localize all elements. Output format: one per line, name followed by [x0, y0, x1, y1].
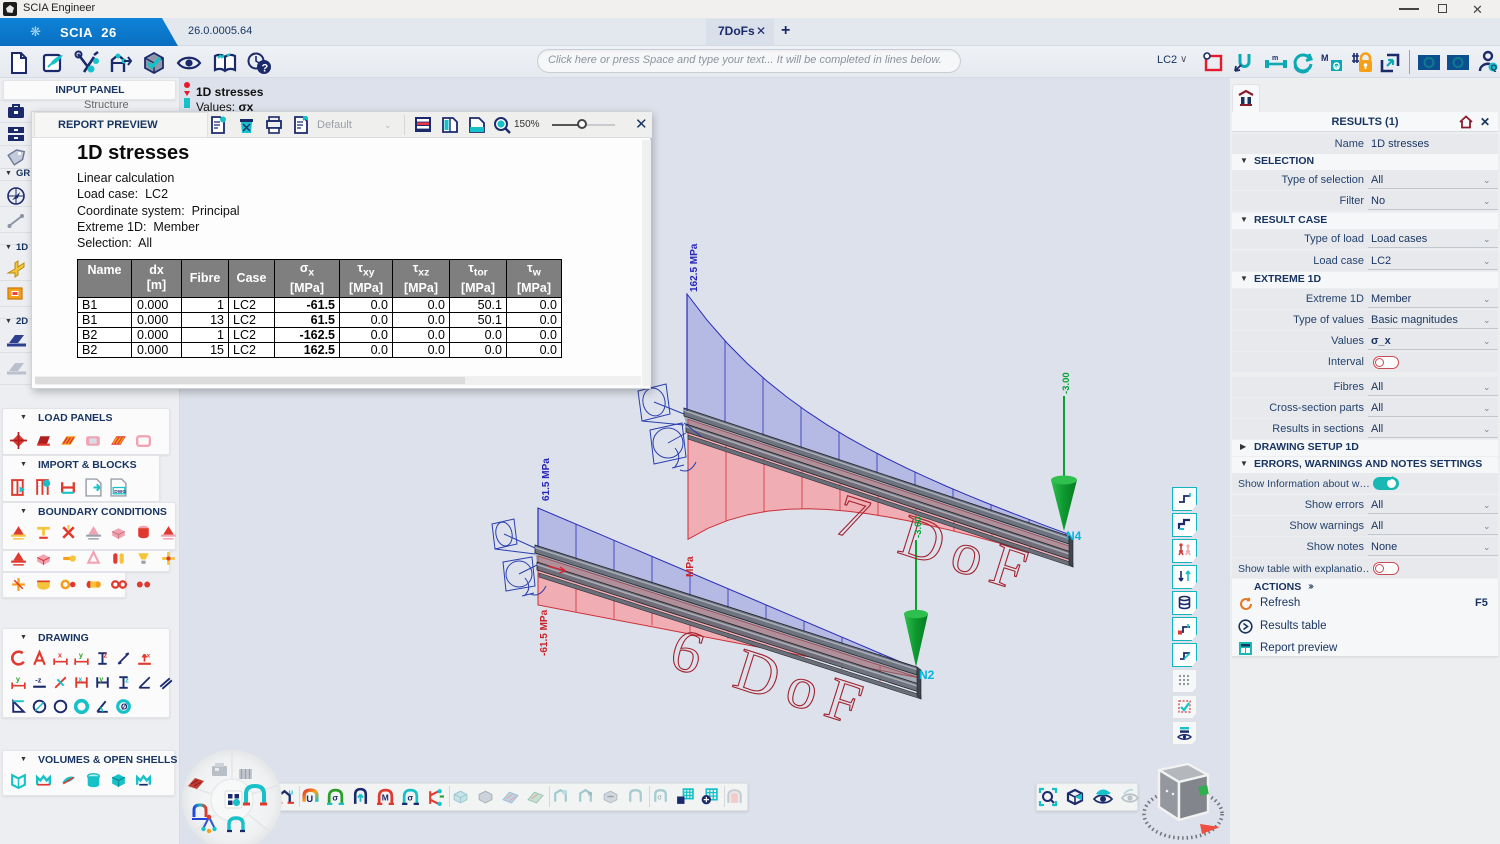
svg-text:w: w: [587, 790, 593, 797]
svg-text:Q: Q: [1491, 64, 1497, 73]
svg-text:MPa: MPa: [685, 556, 696, 577]
svg-text:-3.00: -3.00: [913, 516, 924, 538]
svg-text:-61.5 MPa: -61.5 MPa: [539, 609, 550, 656]
svg-text:N4: N4: [1066, 529, 1082, 543]
svg-text:a: a: [1335, 65, 1339, 72]
svg-text:y: y: [79, 650, 84, 659]
svg-text:x: x: [78, 676, 82, 683]
svg-text:U: U: [306, 794, 313, 805]
svg-text:y: y: [99, 676, 103, 683]
svg-text:σ: σ: [657, 793, 662, 802]
svg-text:Ø: Ø: [121, 702, 128, 712]
svg-text:z: z: [104, 650, 108, 659]
svg-text:σ: σ: [407, 793, 413, 803]
svg-text:y: y: [16, 674, 21, 683]
svg-text:x: x: [147, 652, 151, 659]
svg-text:M: M: [1321, 53, 1329, 63]
svg-text:162.5 MPa: 162.5 MPa: [689, 243, 700, 292]
svg-text:DWG: DWG: [114, 489, 126, 495]
svg-text:N2: N2: [919, 668, 935, 682]
svg-text:m: m: [1272, 55, 1278, 62]
svg-text:-z: -z: [35, 676, 41, 685]
svg-text:?: ?: [262, 63, 269, 75]
svg-text:M: M: [382, 793, 389, 803]
svg-text:u: u: [289, 787, 294, 796]
svg-text:z: z: [125, 676, 129, 685]
svg-text:x: x: [58, 650, 63, 659]
svg-text:-3.00: -3.00: [1061, 372, 1072, 394]
svg-text:σ: σ: [332, 793, 338, 803]
svg-text:61.5 MPa: 61.5 MPa: [541, 458, 552, 501]
